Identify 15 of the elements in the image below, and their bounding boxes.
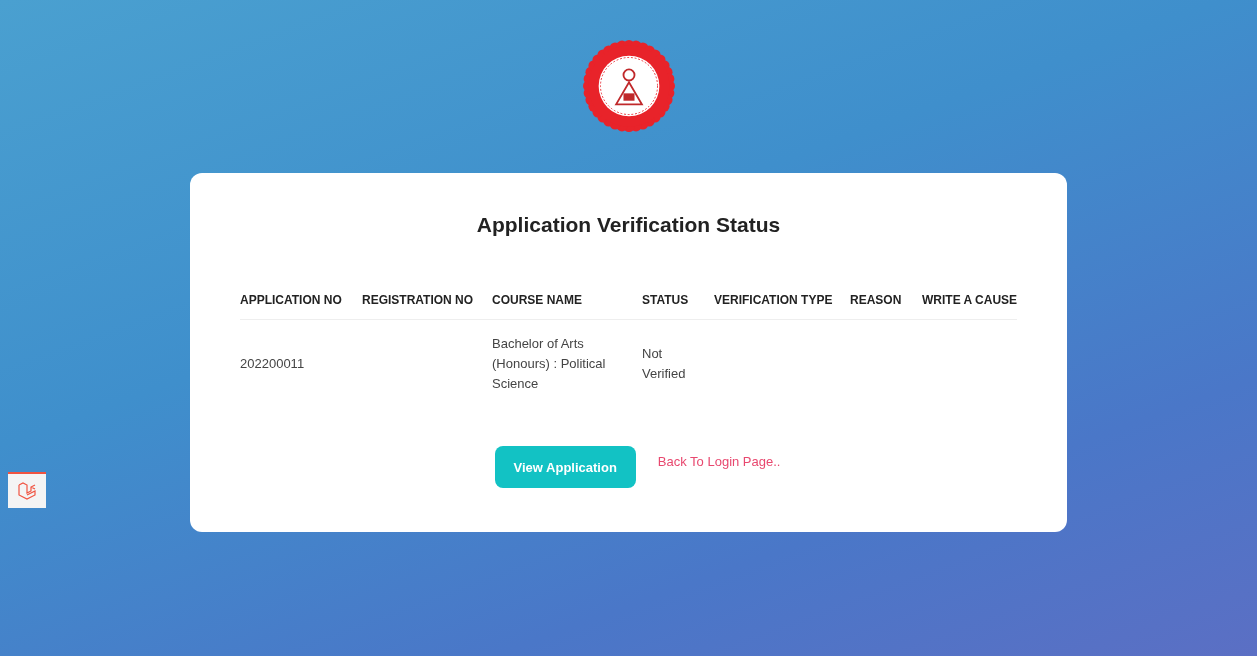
back-to-login-link[interactable]: Back To Login Page.. bbox=[657, 453, 781, 469]
column-header: VERIFICATION TYPE bbox=[714, 281, 850, 320]
column-header: REGISTRATION NO bbox=[362, 281, 492, 320]
column-header: STATUS bbox=[642, 281, 714, 320]
page-title: Application Verification Status bbox=[476, 213, 781, 237]
column-header: COURSE NAME bbox=[492, 281, 642, 320]
column-header: WRITE A CAUSE bbox=[922, 281, 1017, 320]
debug-tab[interactable] bbox=[8, 472, 46, 508]
framework-logo-icon bbox=[17, 481, 37, 501]
column-header: APPLICATION NO bbox=[240, 281, 362, 320]
table-cell: Bachelor of Arts (Honours) : Political Science bbox=[492, 319, 642, 408]
table-cell: Not Verified bbox=[642, 319, 714, 408]
view-application-button[interactable]: View Application bbox=[494, 446, 636, 488]
table-cell: 202200011 bbox=[240, 319, 362, 408]
column-header: REASON bbox=[850, 281, 922, 320]
